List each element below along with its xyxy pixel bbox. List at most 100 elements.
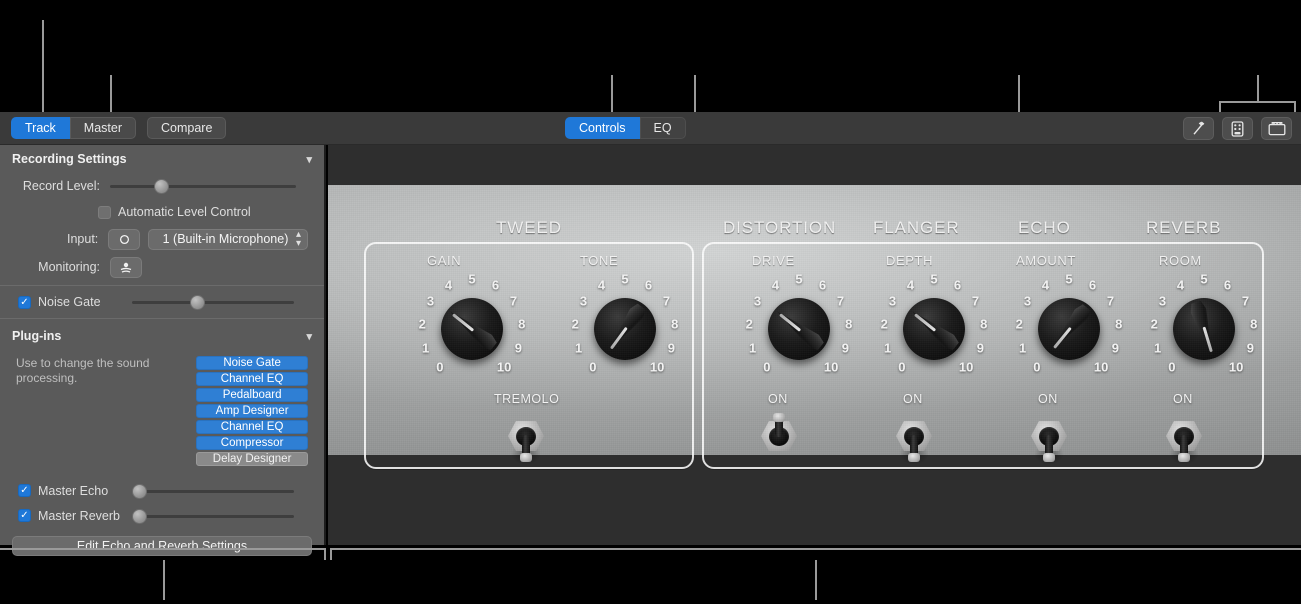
plugin-slot[interactable]: Compressor	[196, 436, 308, 450]
slider-thumb[interactable]	[132, 483, 147, 499]
monitoring-button[interactable]	[110, 256, 142, 278]
plugin-slot[interactable]: Channel EQ	[196, 420, 308, 434]
edit-echo-reverb-button[interactable]: Edit Echo and Reverb Settings	[12, 536, 312, 556]
knob-tick-label: 7	[1106, 293, 1115, 309]
tab-controls[interactable]: Controls	[565, 117, 640, 139]
tab-eq[interactable]: EQ	[639, 117, 686, 139]
master-reverb-label: Master Reverb	[38, 508, 120, 523]
group-title-distortion: DISTORTION	[723, 218, 837, 237]
knob-tick-label: 10	[1228, 359, 1244, 375]
knob-tick-label: 7	[836, 293, 845, 309]
toggle-distortion[interactable]	[756, 413, 802, 465]
master-reverb-slider[interactable]	[132, 508, 294, 524]
callout-line-master	[110, 75, 112, 113]
knob-gain[interactable]: 0 1 2 3 4 5 6 7 8 9 10	[413, 270, 531, 388]
plugins-body: Use to change the sound processing. Nois…	[0, 350, 324, 466]
master-echo-checkbox[interactable]: ✓	[18, 484, 31, 497]
input-source-select[interactable]: 1 (Built-in Microphone) ▴ ▾	[148, 228, 308, 250]
plugin-slot[interactable]: Pedalboard	[196, 388, 308, 402]
plugins-header[interactable]: Plug-ins ▾	[0, 322, 324, 350]
knob-tone[interactable]: 0 1 2 3 4 5 6 7 8 9 10	[566, 270, 684, 388]
toggle-tip[interactable]	[520, 453, 532, 462]
knob-tick-label: 7	[971, 293, 980, 309]
mono-circle-icon	[119, 234, 129, 244]
automatic-level-control-row[interactable]: Automatic Level Control	[0, 199, 324, 225]
record-level-label: Record Level:	[22, 179, 100, 193]
toggle-tip[interactable]	[1178, 453, 1190, 462]
knob-label-gain: GAIN	[427, 253, 462, 268]
slider-track	[132, 514, 294, 518]
noise-gate-checkbox[interactable]: ✓	[18, 295, 31, 309]
toggle-reverb[interactable]	[1161, 413, 1207, 465]
track-master-segmented-control[interactable]: Track Master	[11, 117, 136, 139]
recording-settings-header[interactable]: Recording Settings ▾	[0, 145, 324, 173]
knob-tick-label: 3	[1023, 293, 1032, 309]
knob-tick-label: 6	[953, 277, 962, 293]
compare-button[interactable]: Compare	[147, 117, 227, 139]
view-segmented-control[interactable]: Controls EQ	[565, 117, 686, 139]
knob-drive[interactable]: 0 1 2 3 4 5 6 7 8 9 10	[740, 270, 858, 388]
knob-tick-label: 0	[763, 359, 771, 375]
inspector-divider-2	[0, 318, 324, 319]
switch-label-flanger: ON	[903, 392, 923, 406]
knob-tick-label: 0	[1033, 359, 1041, 375]
callout-bracket-left	[0, 548, 326, 550]
toggle-echo[interactable]	[1026, 413, 1072, 465]
toggle-tremolo[interactable]	[503, 413, 549, 465]
slider-track	[110, 185, 296, 188]
knob-tick-label: 4	[1176, 277, 1185, 293]
slider-thumb[interactable]	[190, 295, 205, 310]
knob-tick-label: 1	[1154, 340, 1162, 356]
knob-tick-label: 3	[579, 293, 588, 309]
knob-amount[interactable]: 0 1 2 3 4 5 6 7 8 9 10	[1010, 270, 1128, 388]
automatic-level-control-checkbox[interactable]	[98, 205, 111, 219]
input-source-value: 1 (Built-in Microphone)	[162, 232, 289, 246]
knob-tick-label: 9	[514, 340, 522, 356]
knob-room[interactable]: 0 1 2 3 4 5 6 7 8 9 10	[1145, 270, 1263, 388]
plugin-slot[interactable]: Channel EQ	[196, 372, 308, 386]
amp-control-panel: TWEED DISTORTION FLANGER ECHO REVERB GAI…	[328, 185, 1301, 469]
compare-button-group[interactable]: Compare	[147, 117, 227, 139]
master-reverb-checkbox[interactable]: ✓	[18, 509, 31, 522]
record-level-row: Record Level:	[0, 173, 324, 199]
toggle-tip[interactable]	[1043, 453, 1055, 462]
slider-thumb[interactable]	[132, 508, 147, 524]
knob-tick-label: 4	[597, 277, 606, 293]
chevron-updown-icon[interactable]: ▴ ▾	[296, 230, 301, 249]
knob-tick-label: 4	[906, 277, 915, 293]
tuning-fork-icon	[1193, 121, 1205, 135]
master-echo-row: ✓ Master Echo	[0, 478, 324, 503]
switch-label-tremolo: TREMOLO	[494, 392, 560, 406]
master-echo-slider[interactable]	[132, 483, 294, 499]
toggle-flanger[interactable]	[891, 413, 937, 465]
callout-line-eq	[694, 75, 696, 113]
plugins-slot-list[interactable]: Noise Gate Channel EQ Pedalboard Amp Design…	[196, 356, 308, 466]
slider-thumb[interactable]	[154, 179, 169, 194]
knob-tick-label: 7	[509, 293, 518, 309]
record-level-slider[interactable]	[110, 178, 296, 194]
knob-tick-label: 10	[496, 359, 512, 375]
callout-line-right-down	[815, 560, 817, 600]
group-title-echo: ECHO	[1018, 218, 1071, 237]
amp-designer-view: TWEED DISTORTION FLANGER ECHO REVERB GAI…	[328, 145, 1301, 545]
knob-tick-label: 10	[1093, 359, 1109, 375]
plugins-description: Use to change the sound processing.	[16, 356, 150, 385]
tuner-button[interactable]	[1183, 117, 1214, 140]
knob-depth[interactable]: 0 1 2 3 4 5 6 7 8 9 10	[875, 270, 993, 388]
tab-master[interactable]: Master	[69, 117, 136, 139]
chevron-down-icon[interactable]: ▾	[306, 330, 312, 343]
knob-label-amount: AMOUNT	[1016, 253, 1076, 268]
toggle-tip[interactable]	[908, 453, 920, 462]
plugin-slot[interactable]: Noise Gate	[196, 356, 308, 370]
knob-tick-label: 6	[491, 277, 500, 293]
toggle-tip[interactable]	[773, 413, 785, 422]
plugin-slot[interactable]: Amp Designer	[196, 404, 308, 418]
tab-track[interactable]: Track	[11, 117, 70, 139]
chevron-down-icon[interactable]: ▾	[306, 153, 312, 166]
amp-designer-button[interactable]	[1261, 117, 1292, 140]
input-mono-button[interactable]	[108, 228, 140, 250]
plugin-slot[interactable]: Delay Designer	[196, 452, 308, 466]
knob-tick-label: 6	[818, 277, 827, 293]
pedalboard-button[interactable]	[1222, 117, 1253, 140]
noise-gate-slider[interactable]	[132, 294, 294, 310]
